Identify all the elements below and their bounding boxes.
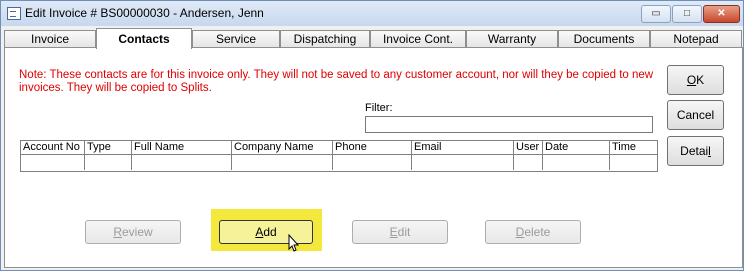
filter-label: Filter: — [365, 102, 393, 114]
tab-invoice[interactable]: Invoice — [4, 30, 96, 47]
grid-cell[interactable] — [232, 155, 333, 170]
cancel-button[interactable]: Cancel — [667, 100, 724, 130]
tab-strip: Invoice Contacts Service Dispatching Inv… — [4, 28, 742, 49]
review-label-post: eview — [121, 225, 153, 239]
grid-cell[interactable] — [132, 155, 232, 170]
tab-contacts[interactable]: Contacts — [96, 28, 192, 49]
delete-label-post: elete — [524, 225, 551, 239]
tab-notepad[interactable]: Notepad — [650, 30, 742, 47]
cancel-label: Cancel — [676, 108, 715, 122]
col-type[interactable]: Type — [85, 141, 132, 154]
tab-invoice-cont[interactable]: Invoice Cont. — [370, 30, 466, 47]
col-email[interactable]: Email — [412, 141, 514, 154]
grid-cell[interactable] — [412, 155, 514, 170]
detail-label-key: l — [708, 144, 711, 158]
tab-service[interactable]: Service — [192, 30, 280, 47]
edit-label-key: E — [389, 225, 398, 239]
edit-invoice-window: Edit Invoice # BS00000030 - Andersen, Je… — [0, 0, 744, 271]
contacts-note: Note: These contacts are for this invoic… — [19, 69, 654, 94]
mouse-pointer-icon — [288, 234, 300, 252]
close-icon: ✕ — [717, 8, 726, 19]
grid-cell[interactable] — [543, 155, 610, 170]
detail-label-pre: Detai — [680, 144, 709, 158]
delete-button[interactable]: Delete — [485, 220, 581, 244]
col-account-no[interactable]: Account No — [21, 141, 85, 154]
filter-input[interactable] — [365, 116, 653, 133]
review-label-key: R — [113, 225, 122, 239]
add-label-post: dd — [263, 225, 277, 239]
col-time[interactable]: Time — [610, 141, 657, 154]
col-phone[interactable]: Phone — [333, 141, 412, 154]
invoice-app-icon — [7, 7, 21, 20]
window-title: Edit Invoice # BS00000030 - Andersen, Je… — [25, 6, 264, 20]
minimize-button[interactable]: ▭ — [641, 5, 671, 23]
grid-cell[interactable] — [85, 155, 132, 170]
col-user[interactable]: User — [514, 141, 543, 154]
col-company-name[interactable]: Company Name — [232, 141, 333, 154]
review-button[interactable]: Review — [85, 220, 181, 244]
grid-cell[interactable] — [514, 155, 543, 170]
contacts-panel: Note: These contacts are for this invoic… — [4, 47, 743, 268]
ok-button[interactable]: OK — [667, 65, 724, 95]
close-button[interactable]: ✕ — [703, 5, 740, 23]
tab-dispatching[interactable]: Dispatching — [280, 30, 370, 47]
col-full-name[interactable]: Full Name — [132, 141, 232, 154]
col-date[interactable]: Date — [543, 141, 610, 154]
grid-cell[interactable] — [610, 155, 657, 170]
contacts-grid[interactable]: Account No Type Full Name Company Name P… — [20, 140, 658, 172]
grid-cell[interactable] — [21, 155, 85, 170]
grid-cell[interactable] — [333, 155, 412, 170]
edit-label-post: dit — [397, 225, 411, 239]
delete-label-key: D — [515, 225, 525, 239]
ok-label-key: O — [686, 73, 697, 87]
tab-warranty[interactable]: Warranty — [466, 30, 558, 47]
edit-button[interactable]: Edit — [352, 220, 448, 244]
tab-documents[interactable]: Documents — [558, 30, 650, 47]
maximize-button[interactable]: □ — [672, 5, 702, 23]
detail-button[interactable]: Detail — [667, 136, 724, 166]
minimize-icon: ▭ — [651, 8, 661, 19]
maximize-icon: □ — [683, 8, 691, 19]
title-bar[interactable]: Edit Invoice # BS00000030 - Andersen, Je… — [1, 1, 743, 26]
grid-header: Account No Type Full Name Company Name P… — [21, 141, 657, 155]
ok-label-post: K — [696, 73, 705, 87]
